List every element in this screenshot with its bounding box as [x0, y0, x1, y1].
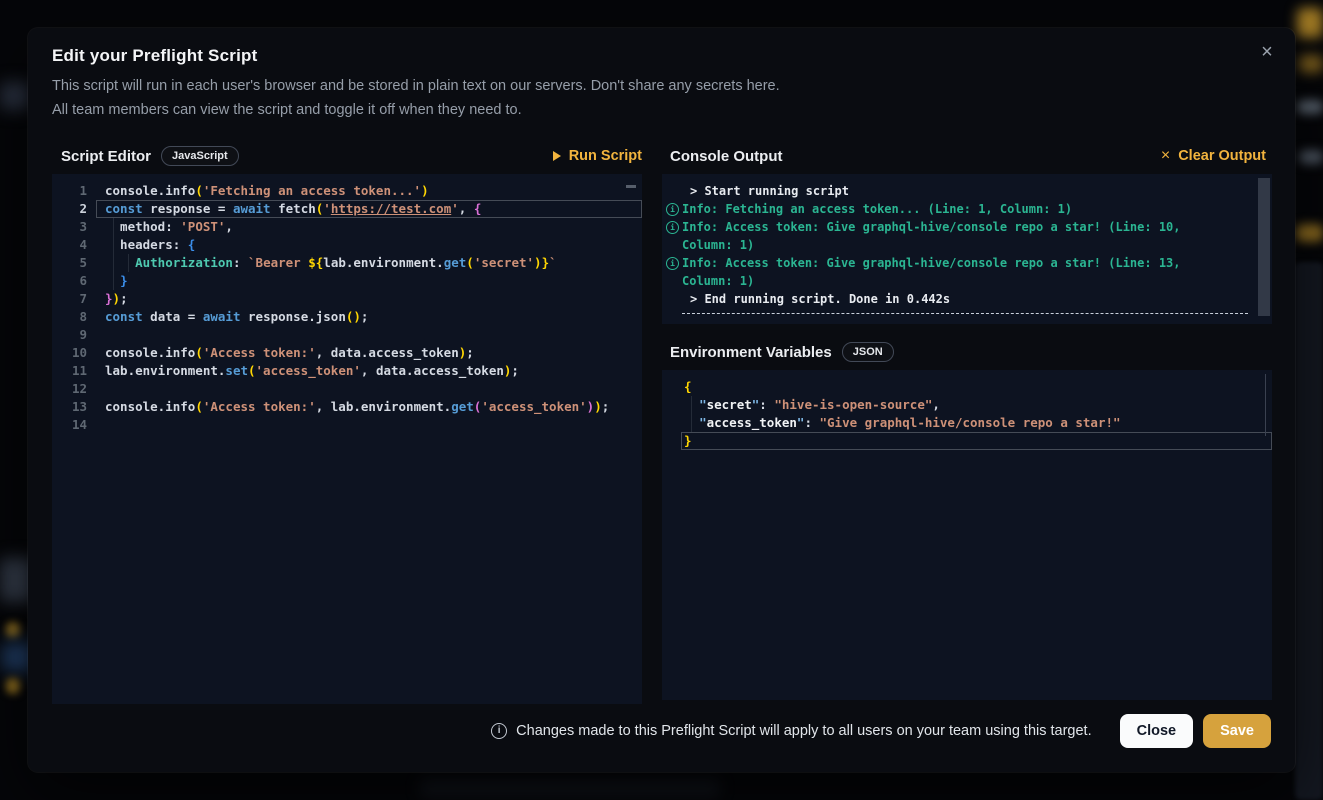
- language-badge: JavaScript: [161, 146, 239, 166]
- code-line-4[interactable]: }: [681, 432, 1272, 450]
- indent-guide: [691, 396, 692, 432]
- close-button[interactable]: Close: [1120, 714, 1194, 748]
- code-line-5[interactable]: Authorization: `Bearer ${lab.environment…: [96, 254, 642, 272]
- line-number: 7: [52, 290, 96, 308]
- code-line-10[interactable]: console.info('Access token:', data.acces…: [96, 344, 642, 362]
- backdrop-blob: [420, 778, 720, 798]
- environment-variables-title: Environment Variables: [670, 344, 832, 361]
- console-output: > Start running scriptiInfo: Fetching an…: [662, 174, 1272, 324]
- footer-note-text: Changes made to this Preflight Script wi…: [516, 723, 1091, 739]
- backdrop-blob: [1297, 8, 1323, 38]
- backdrop-blob: [6, 622, 20, 638]
- editor-gutter: 1234567891011121314: [52, 182, 96, 704]
- preflight-script-modal: × Edit your Preflight Script This script…: [28, 28, 1295, 772]
- line-number: 11: [52, 362, 96, 380]
- clear-output-button[interactable]: × Clear Output: [1161, 148, 1266, 164]
- line-number: 1: [52, 182, 96, 200]
- code-line-13[interactable]: console.info('Access token:', lab.enviro…: [96, 398, 642, 416]
- indent-guide: [128, 254, 129, 272]
- clear-icon: ×: [1161, 149, 1170, 163]
- save-button[interactable]: Save: [1203, 714, 1271, 748]
- modal-description-line1: This script will run in each user's brow…: [52, 78, 780, 94]
- env-editor-margin: [662, 378, 681, 700]
- console-info-row: iInfo: Fetching an access token... (Line…: [662, 200, 1272, 218]
- line-number: 14: [52, 416, 96, 434]
- footer-note: i Changes made to this Preflight Script …: [491, 723, 1091, 739]
- code-line-1[interactable]: console.info('Fetching an access token..…: [96, 182, 642, 200]
- console-output-header: Console Output × Clear Output: [662, 141, 1272, 171]
- code-line-14[interactable]: [96, 416, 642, 434]
- console-log-row: > End running script. Done in 0.442s: [662, 290, 1272, 308]
- backdrop-blob: [0, 82, 30, 110]
- line-number: 3: [52, 218, 96, 236]
- script-editor[interactable]: 1234567891011121314 console.info('Fetchi…: [52, 174, 642, 704]
- backdrop-blob: [1297, 100, 1323, 114]
- run-script-button[interactable]: Run Script: [553, 148, 642, 164]
- code-line-9[interactable]: [96, 326, 642, 344]
- info-icon: i: [491, 723, 507, 739]
- close-icon[interactable]: ×: [1253, 38, 1281, 66]
- line-number: 10: [52, 344, 96, 362]
- code-line-12[interactable]: [96, 380, 642, 398]
- line-number: 13: [52, 398, 96, 416]
- console-separator: [682, 313, 1248, 315]
- line-number: 6: [52, 272, 96, 290]
- overview-ruler-marker: [626, 185, 636, 188]
- console-info-row: iInfo: Access token: Give graphql-hive/c…: [662, 218, 1272, 254]
- code-line-11[interactable]: lab.environment.set('access_token', data…: [96, 362, 642, 380]
- script-editor-header: Script Editor JavaScript Run Script: [52, 141, 642, 171]
- line-number: 4: [52, 236, 96, 254]
- code-line-8[interactable]: const data = await response.json();: [96, 308, 642, 326]
- backdrop-blob: [1299, 150, 1323, 164]
- modal-description: This script will run in each user's brow…: [52, 74, 780, 122]
- modal-footer: i Changes made to this Preflight Script …: [52, 712, 1271, 750]
- clear-output-label: Clear Output: [1178, 148, 1266, 164]
- play-icon: [553, 151, 561, 161]
- console-info-row: iInfo: Access token: Give graphql-hive/c…: [662, 254, 1272, 290]
- code-line-3[interactable]: method: 'POST',: [96, 218, 642, 236]
- line-number: 2: [52, 200, 96, 218]
- code-line-1[interactable]: {: [681, 378, 1272, 396]
- console-rows: > Start running scriptiInfo: Fetching an…: [662, 182, 1272, 315]
- info-icon: i: [666, 203, 679, 216]
- line-number: 8: [52, 308, 96, 326]
- backdrop-blob: [1296, 224, 1323, 242]
- backdrop-blob: [1295, 262, 1323, 800]
- run-script-label: Run Script: [569, 148, 642, 164]
- line-number: 5: [52, 254, 96, 272]
- backdrop-blob: [6, 678, 20, 694]
- editor-code-area[interactable]: console.info('Fetching an access token..…: [96, 182, 642, 704]
- console-scrollbar-thumb[interactable]: [1258, 178, 1270, 316]
- code-line-6[interactable]: }: [96, 272, 642, 290]
- code-line-7[interactable]: });: [96, 290, 642, 308]
- console-output-title: Console Output: [670, 148, 783, 165]
- indent-guide: [113, 218, 114, 290]
- script-editor-title: Script Editor: [61, 148, 151, 165]
- code-line-2[interactable]: const response = await fetch('https://te…: [96, 200, 642, 218]
- line-number: 9: [52, 326, 96, 344]
- code-line-2[interactable]: "secret": "hive-is-open-source",: [681, 396, 1272, 414]
- environment-variables-editor[interactable]: { "secret": "hive-is-open-source", "acce…: [662, 370, 1272, 700]
- info-icon: i: [666, 221, 679, 234]
- modal-title: Edit your Preflight Script: [52, 46, 257, 66]
- environment-variables-header: Environment Variables JSON: [662, 337, 1272, 367]
- code-line-4[interactable]: headers: {: [96, 236, 642, 254]
- line-number: 12: [52, 380, 96, 398]
- modal-description-line2: All team members can view the script and…: [52, 102, 522, 118]
- env-code-area[interactable]: { "secret": "hive-is-open-source", "acce…: [681, 378, 1272, 700]
- json-badge: JSON: [842, 342, 894, 362]
- code-line-3[interactable]: "access_token": "Give graphql-hive/conso…: [681, 414, 1272, 432]
- backdrop-blob: [1299, 55, 1323, 73]
- env-overview-ruler: [1265, 374, 1266, 436]
- console-log-row: > Start running script: [662, 182, 1272, 200]
- info-icon: i: [666, 257, 679, 270]
